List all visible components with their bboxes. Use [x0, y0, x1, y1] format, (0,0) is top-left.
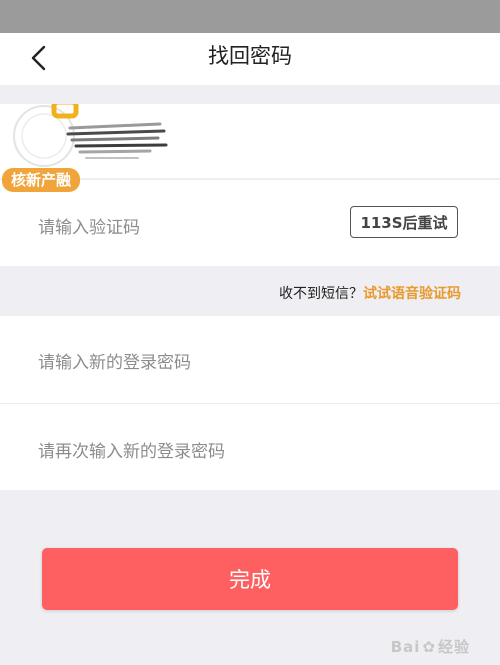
status-bar: [0, 0, 500, 33]
resend-code-button[interactable]: 113S后重试: [350, 206, 458, 238]
verification-code-input[interactable]: 请输入验证码: [38, 213, 140, 238]
confirm-password-row: 请再次输入新的登录密码: [0, 403, 500, 491]
nav-bar: 找回密码: [0, 33, 500, 85]
new-password-input[interactable]: 请输入新的登录密码: [38, 348, 191, 373]
new-password-row: 请输入新的登录密码: [0, 316, 500, 403]
verification-code-row: 请输入验证码 113S后重试: [0, 179, 500, 266]
masked-phone-number: [13, 104, 168, 167]
watermark-suffix: 经验: [437, 638, 470, 656]
brand-badge: 核新产融: [2, 168, 81, 192]
paw-icon: ✿: [422, 638, 436, 656]
chevron-left-icon: [31, 45, 46, 71]
page-title: 找回密码: [208, 44, 292, 68]
voice-code-link[interactable]: 试试语音验证码: [363, 286, 461, 302]
password-group: 请输入新的登录密码 请再次输入新的登录密码: [0, 316, 500, 490]
phone-number-row: [0, 104, 500, 178]
back-button[interactable]: [24, 41, 58, 75]
watermark-prefix: Bai: [390, 638, 421, 656]
voice-code-prompt: 收不到短信？: [279, 286, 363, 302]
confirm-password-input[interactable]: 请再次输入新的登录密码: [38, 437, 225, 462]
done-button[interactable]: 完成: [42, 548, 458, 610]
voice-code-line: 收不到短信？试试语音验证码: [279, 283, 461, 303]
watermark: Bai ✿ 经验: [391, 636, 470, 657]
